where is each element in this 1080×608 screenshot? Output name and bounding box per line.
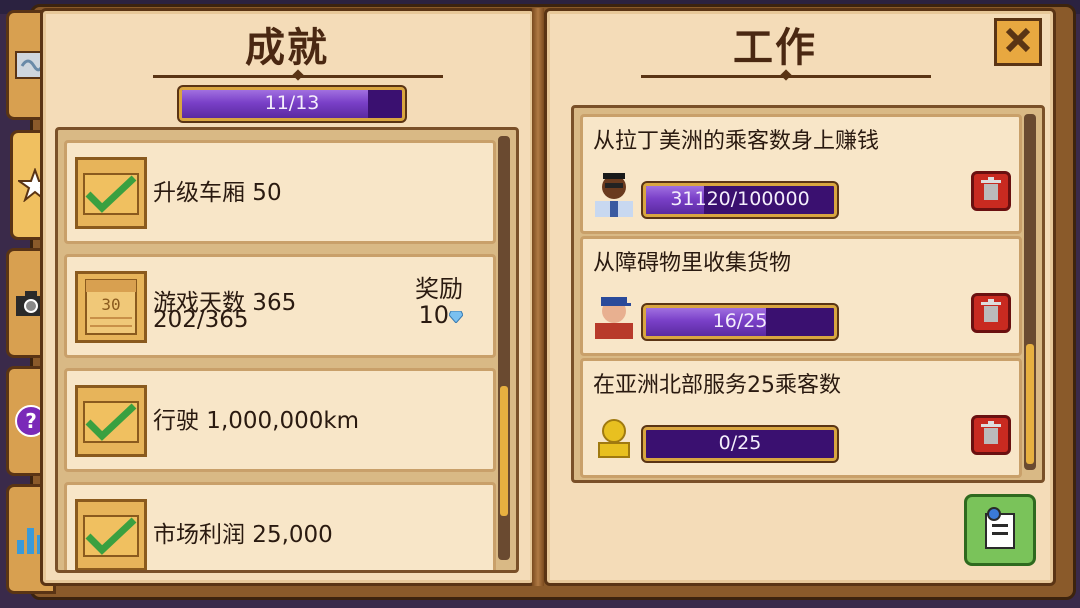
job-item[interactable]: 从障碍物里收集货物 16/25 [580,236,1022,356]
job-progress-bar: 16/25 [643,305,837,339]
job-item[interactable]: 从拉丁美洲的乘客数身上赚钱 31120/100000 [580,114,1022,234]
achievement-scrollbar[interactable] [498,136,510,560]
achievement-label: 升级车厢 50 [153,180,282,206]
book-spine [532,8,544,586]
job-list[interactable]: 从拉丁美洲的乘客数身上赚钱 31120/100000 从障碍物里收集货物 16/… [571,105,1045,483]
clipboard-icon [980,506,1020,554]
achievement-item[interactable]: 30 游戏天数 365 202/365 奖励 10 [64,254,496,358]
trash-icon [980,421,1002,449]
job-progress-text: 16/25 [712,310,768,332]
job-title: 从障碍物里收集货物 [593,251,792,276]
title-divider [641,69,931,81]
delete-job-button[interactable] [971,415,1011,455]
title-divider [153,69,443,81]
scroll-thumb[interactable] [500,386,508,516]
achievement-label: 市场利润 25,000 [153,522,333,548]
job-title: 从拉丁美洲的乘客数身上赚钱 [593,129,880,154]
close-icon [1004,26,1032,58]
diamond-icon [448,301,464,329]
left-page: 成就 11/13 升级车厢 50 30 游戏天数 365 202/365 奖励 … [40,8,536,586]
trash-icon [980,177,1002,205]
reward-label: 奖励 [415,275,463,303]
gold-trophy-icon [591,411,637,461]
calendar-number: 30 [101,295,120,314]
checkmark-box-icon [75,157,147,229]
job-progress-bar: 31120/100000 [643,183,837,217]
achievements-progress-text: 11/13 [264,92,320,114]
scroll-thumb[interactable] [1026,344,1034,464]
achievement-list[interactable]: 升级车厢 50 30 游戏天数 365 202/365 奖励 10 行驶 1,0… [55,127,519,573]
passenger-man-glasses-icon [591,167,637,217]
delete-job-button[interactable] [971,171,1011,211]
reward-value: 10 [418,301,464,329]
job-item[interactable]: 在亚洲北部服务25乘客数 0/25 [580,358,1022,478]
job-progress-text: 31120/100000 [670,188,810,210]
svg-text:?: ? [25,409,37,433]
passenger-man-cap-icon [591,289,637,339]
job-progress-bar: 0/25 [643,427,837,461]
page-title-achievements: 成就 [245,25,329,71]
job-title: 在亚洲北部服务25乘客数 [593,373,841,398]
checkmark-box-icon [75,385,147,457]
job-progress-text: 0/25 [718,432,762,454]
page-title-jobs: 工作 [733,25,817,71]
achievement-progress: 202/365 [153,307,249,333]
checkmark-box-icon [75,499,147,570]
achievement-item[interactable]: 行驶 1,000,000km [64,368,496,472]
delete-job-button[interactable] [971,293,1011,333]
job-scrollbar[interactable] [1024,114,1036,470]
trash-icon [980,299,1002,327]
achievement-item[interactable]: 市场利润 25,000 [64,482,496,570]
achievement-label: 行驶 1,000,000km [153,408,360,434]
close-button[interactable] [994,18,1042,66]
achievements-progress-bar: 11/13 [179,87,405,121]
calendar-icon: 30 [75,271,147,343]
reward-amount: 10 [418,301,449,329]
new-job-button[interactable] [964,494,1036,566]
achievement-item[interactable]: 升级车厢 50 [64,140,496,244]
